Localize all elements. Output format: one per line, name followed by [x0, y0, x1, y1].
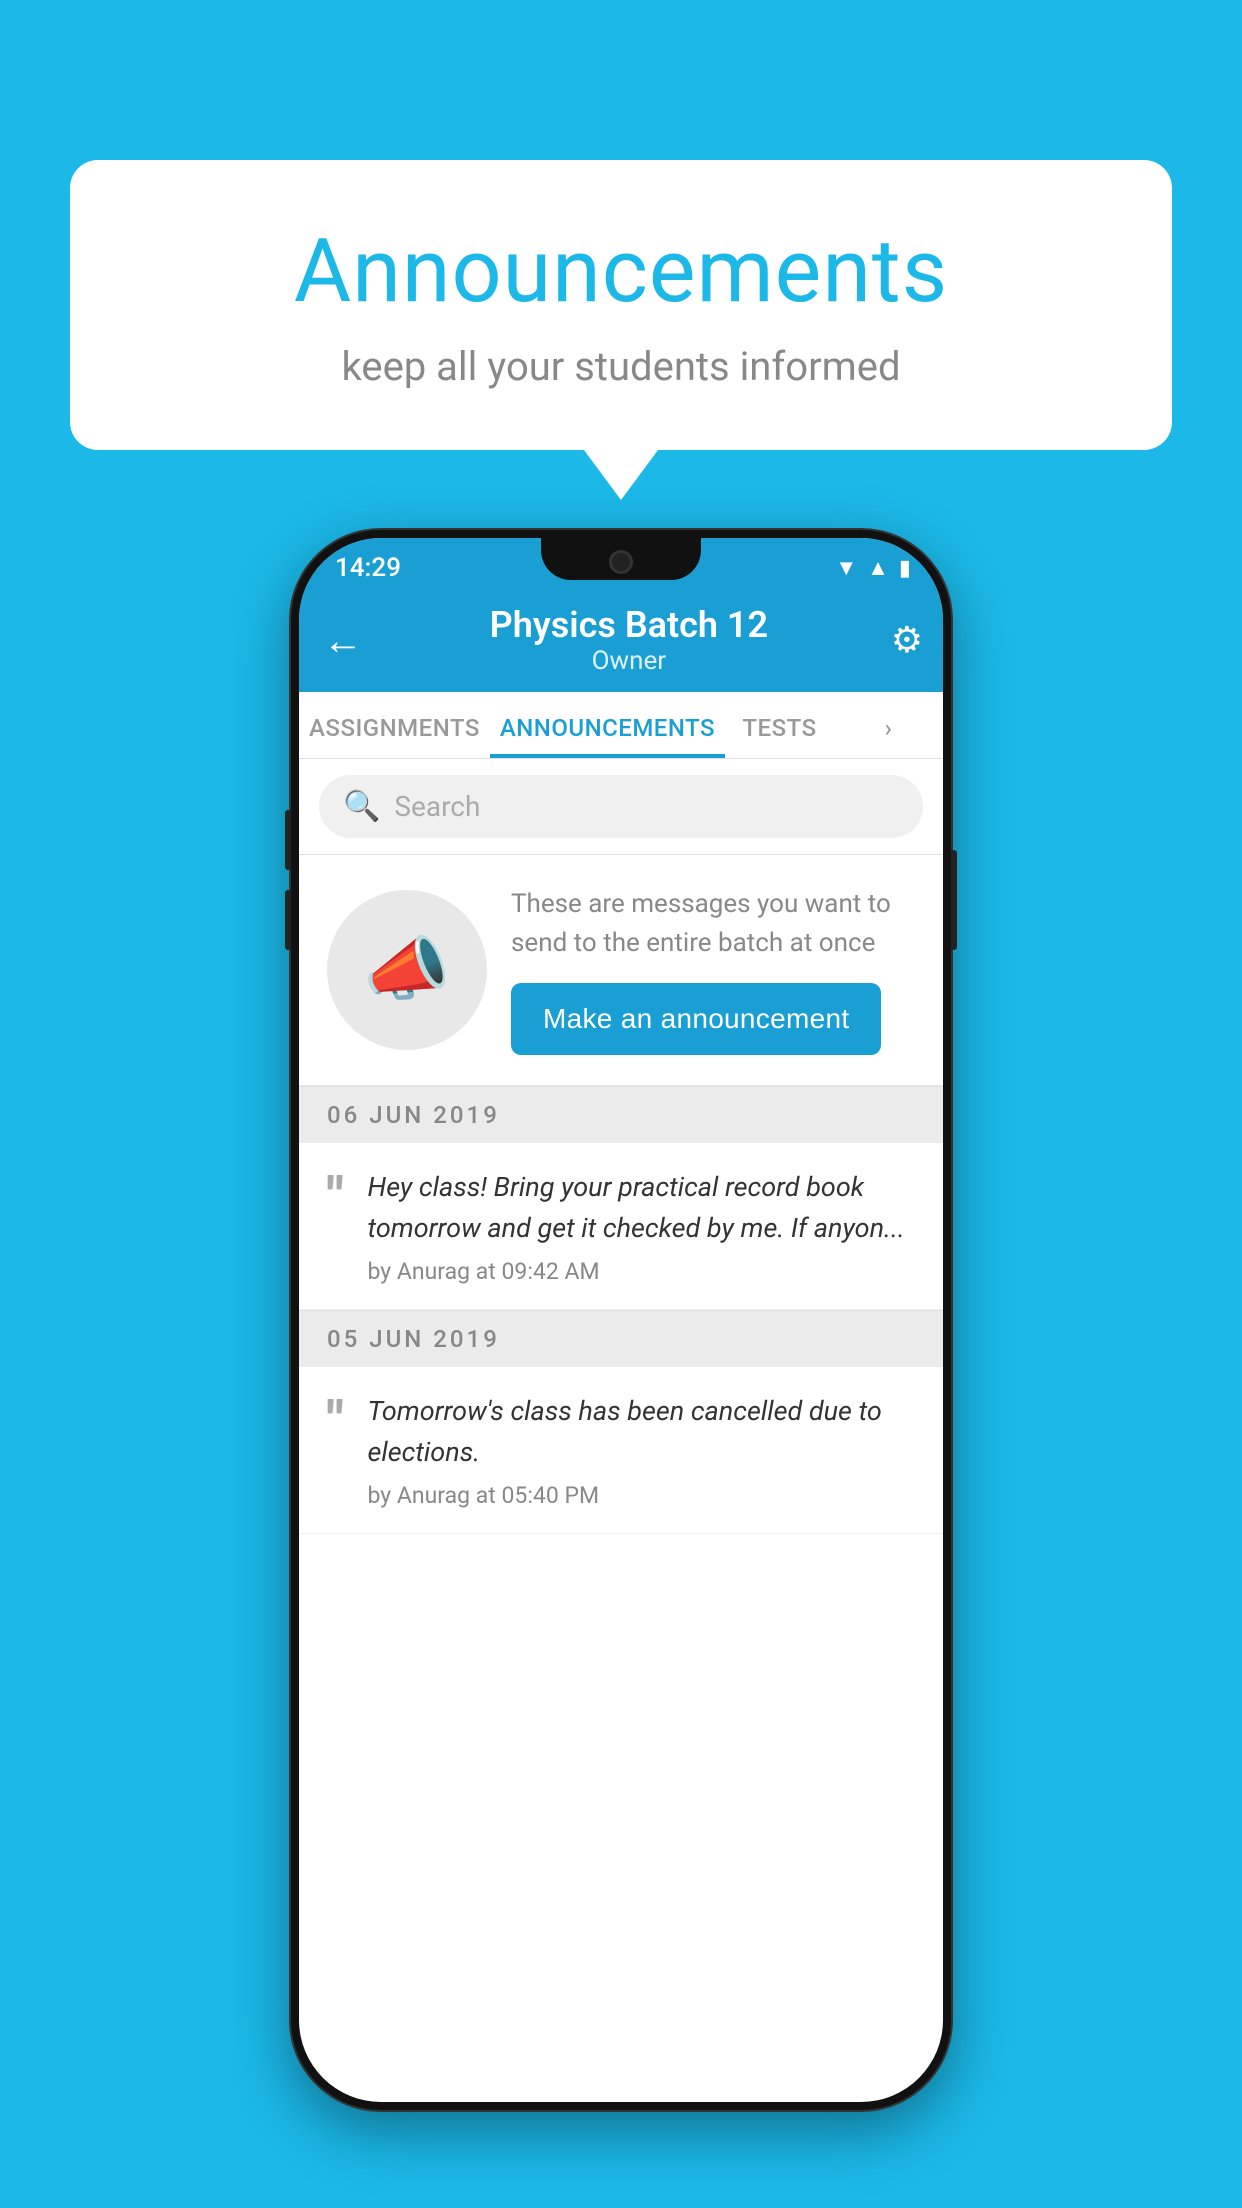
tab-announcements[interactable]: ANNOUNCEMENTS [490, 692, 725, 758]
make-announcement-button[interactable]: Make an announcement [511, 983, 881, 1055]
search-input-wrap[interactable]: 🔍 Search [319, 775, 923, 838]
tab-assignments[interactable]: ASSIGNMENTS [299, 692, 490, 758]
speech-bubble-area: Announcements keep all your students inf… [70, 160, 1172, 450]
header-subtitle: Owner [367, 646, 891, 676]
phone-device: 14:29 ▼ ▲ ▮ ← Physics Batch 12 Owner ⚙ [291, 530, 951, 2110]
phone-notch [541, 538, 701, 580]
side-button-volume-down [285, 890, 291, 950]
quote-icon-1: " [327, 1171, 344, 1223]
status-time: 14:29 [335, 553, 401, 583]
wifi-icon: ▼ [835, 555, 857, 581]
settings-icon[interactable]: ⚙ [891, 619, 923, 661]
status-icons: ▼ ▲ ▮ [835, 555, 911, 581]
message-content-1: Hey class! Bring your practical record b… [368, 1167, 915, 1285]
megaphone-icon: 📣 [363, 929, 450, 1011]
phone-camera [609, 550, 633, 574]
battery-icon: ▮ [899, 556, 911, 581]
back-button[interactable]: ← [319, 613, 367, 668]
quote-icon-2: " [327, 1395, 344, 1447]
announcement-item-1[interactable]: " Hey class! Bring your practical record… [299, 1143, 943, 1310]
message-text-1: Hey class! Bring your practical record b… [368, 1167, 915, 1248]
phone-outer-shell: 14:29 ▼ ▲ ▮ ← Physics Batch 12 Owner ⚙ [291, 530, 951, 2110]
date-separator-1: 06 JUN 2019 [299, 1086, 943, 1143]
message-text-2: Tomorrow's class has been cancelled due … [368, 1391, 915, 1472]
announcement-item-2[interactable]: " Tomorrow's class has been cancelled du… [299, 1367, 943, 1534]
bubble-subtitle: keep all your students informed [150, 343, 1092, 390]
message-content-2: Tomorrow's class has been cancelled due … [368, 1391, 915, 1509]
search-placeholder-text: Search [394, 790, 480, 823]
phone-screen: 14:29 ▼ ▲ ▮ ← Physics Batch 12 Owner ⚙ [299, 538, 943, 2102]
side-button-power [951, 850, 957, 950]
app-header: ← Physics Batch 12 Owner ⚙ [299, 590, 943, 692]
header-title-group: Physics Batch 12 Owner [367, 604, 891, 676]
search-container: 🔍 Search [299, 759, 943, 855]
date-separator-2: 05 JUN 2019 [299, 1310, 943, 1367]
bubble-title: Announcements [150, 220, 1092, 323]
speech-bubble-card: Announcements keep all your students inf… [70, 160, 1172, 450]
tab-more[interactable]: › [834, 692, 943, 758]
tab-tests[interactable]: TESTS [725, 692, 834, 758]
content-area: 🔍 Search 📣 These are messages you want t… [299, 759, 943, 1534]
promo-card: 📣 These are messages you want to send to… [299, 855, 943, 1086]
header-title: Physics Batch 12 [367, 604, 891, 646]
message-meta-1: by Anurag at 09:42 AM [368, 1258, 915, 1285]
tabs-bar: ASSIGNMENTS ANNOUNCEMENTS TESTS › [299, 692, 943, 759]
announcement-icon-circle: 📣 [327, 890, 487, 1050]
promo-description: These are messages you want to send to t… [511, 885, 915, 963]
promo-text-group: These are messages you want to send to t… [511, 885, 915, 1055]
signal-icon: ▲ [867, 555, 889, 581]
search-icon: 🔍 [343, 789, 380, 824]
message-meta-2: by Anurag at 05:40 PM [368, 1482, 915, 1509]
side-button-volume-up [285, 810, 291, 870]
